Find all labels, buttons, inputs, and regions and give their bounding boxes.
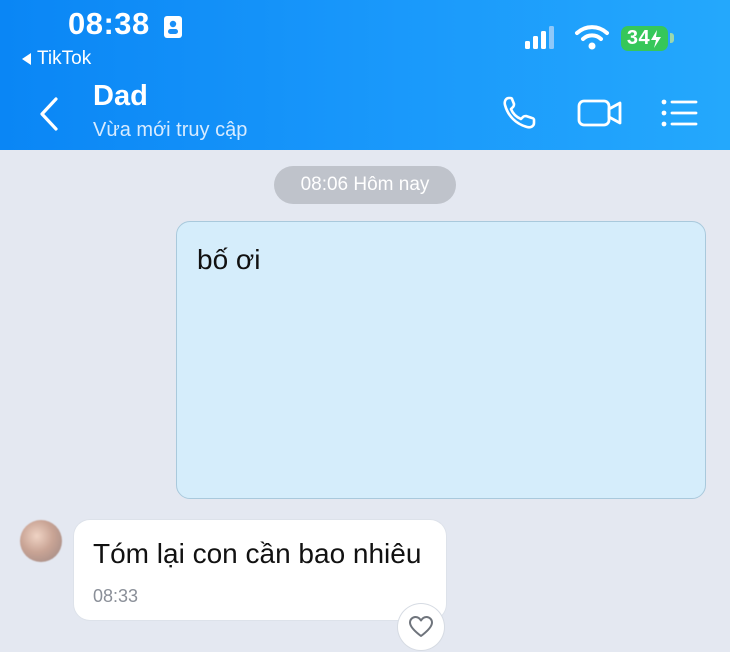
reaction-button[interactable] [398, 604, 444, 650]
status-time: 08:38 [68, 6, 150, 41]
signal-icon [525, 26, 554, 49]
message-timestamp: 08:33 [93, 586, 139, 606]
received-message-bubble[interactable]: Tóm lại con cần bao nhiêu 08:33 [74, 520, 446, 620]
back-to-app-link[interactable]: TikTok [22, 48, 91, 70]
contact-status: Vừa mới truy cập [93, 119, 248, 141]
avatar[interactable] [20, 520, 62, 562]
back-triangle-icon [22, 53, 31, 65]
date-divider: 08:06 Hôm nay [274, 166, 456, 204]
id-badge-icon [164, 16, 182, 38]
chat-header: 08:38 TikTok 34 Dad Vừa mới truy cập [0, 0, 730, 150]
back-app-label: TikTok [37, 48, 92, 69]
phone-icon[interactable] [500, 94, 540, 132]
contact-name[interactable]: Dad [93, 80, 148, 113]
chevron-left-icon[interactable] [36, 95, 62, 133]
sent-message-text: bố ơi [197, 244, 261, 275]
received-message-text: Tóm lại con cần bao nhiêu [93, 538, 422, 569]
battery-level: 34 [626, 27, 651, 49]
wifi-icon [575, 25, 609, 50]
menu-list-icon[interactable] [660, 98, 698, 128]
battery-indicator: 34 [621, 26, 668, 51]
charging-bolt-icon [651, 29, 662, 48]
heart-icon [409, 616, 433, 637]
video-camera-icon[interactable] [577, 96, 623, 130]
sent-message-bubble[interactable]: bố ơi [176, 221, 706, 499]
battery-cap [670, 33, 674, 43]
